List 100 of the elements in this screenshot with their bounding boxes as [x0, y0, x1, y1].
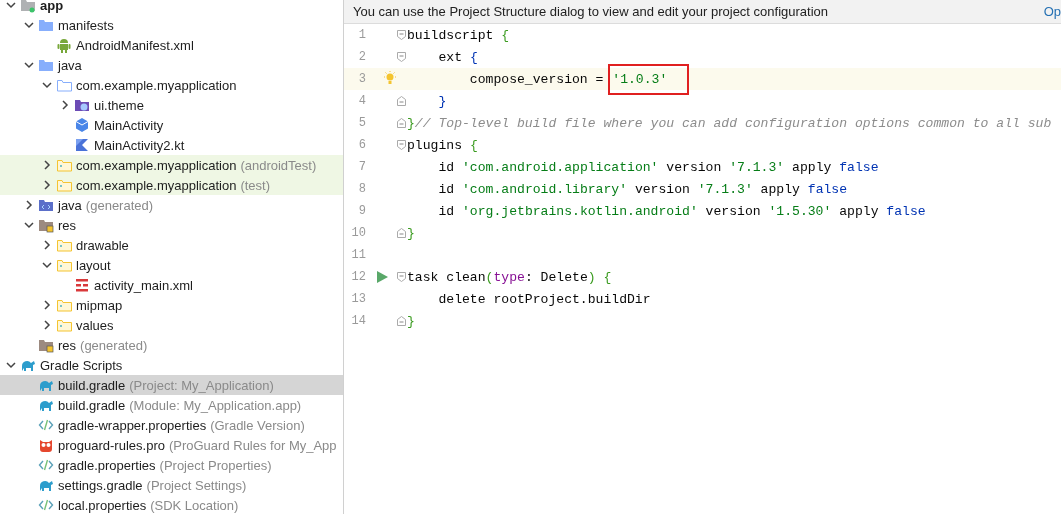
tree-item-label[interactable]: res	[58, 337, 77, 353]
tree-row[interactable]: java (generated)	[0, 195, 343, 215]
line-number: 12	[350, 270, 366, 284]
line-number: 8	[357, 182, 366, 196]
chevron-down-icon[interactable]	[24, 60, 34, 70]
tree-item-label[interactable]: settings.gradle	[58, 477, 143, 493]
tree-row[interactable]: MainActivity2.kt	[0, 135, 343, 155]
tree-item-label[interactable]: ui.theme	[94, 97, 144, 113]
tree-row[interactable]: gradle.properties (Project Properties)	[0, 455, 343, 475]
tree-item-label[interactable]: drawable	[76, 237, 129, 253]
code-text: id 'com.android.application' version '7.1.3' apply false	[437, 159, 879, 175]
line-number: 13	[350, 292, 366, 306]
tree-item-label[interactable]: gradle-wrapper.properties	[58, 417, 207, 433]
chevron-right-icon[interactable]	[42, 300, 52, 310]
tree-item-note: (Gradle Version)	[210, 417, 305, 433]
tree-row[interactable]: com.example.myapplication (test)	[0, 175, 343, 195]
banner-link[interactable]: Op	[1043, 4, 1061, 19]
chevron-right-icon[interactable]	[42, 240, 52, 250]
chevron-right-icon[interactable]	[60, 100, 70, 110]
tree-row[interactable]: values	[0, 315, 343, 335]
tree-row[interactable]: layout	[0, 255, 343, 275]
tree-row[interactable]: com.example.myapplication	[0, 75, 343, 95]
tree-row[interactable]: drawable	[0, 235, 343, 255]
tree-item-label[interactable]: AndroidManifest.xml	[76, 37, 194, 53]
tree-item-label[interactable]: com.example.myapplication	[76, 177, 237, 193]
code-text: compose_version =	[468, 71, 605, 87]
tree-item-label[interactable]: gradle.properties	[58, 457, 156, 473]
tree-item-label[interactable]: java	[58, 197, 82, 213]
tree-item-label[interactable]: Gradle Scripts	[40, 357, 123, 373]
tree-item-note: (Module: My_Application.app)	[129, 397, 302, 413]
tree-item-label[interactable]: activity_main.xml	[94, 277, 193, 293]
tree-row[interactable]: local.properties (SDK Location)	[0, 495, 343, 514]
code-text: ext {	[437, 49, 478, 65]
code-file-icon	[38, 457, 54, 473]
chevron-down-icon[interactable]	[24, 220, 34, 230]
tree-row[interactable]: proguard-rules.pro (ProGuard Rules for My_App	[0, 435, 343, 455]
tree-item-label[interactable]: com.example.myapplication	[76, 77, 237, 93]
tree-item-note: (test)	[240, 177, 271, 193]
tree-row[interactable]: settings.gradle (Project Settings)	[0, 475, 343, 495]
tree-row[interactable]: build.gradle (Project: My_Application)	[0, 375, 343, 395]
chevron-down-icon[interactable]	[6, 0, 16, 10]
source-folder-icon	[56, 237, 72, 253]
chevron-down-icon[interactable]	[24, 20, 34, 30]
palette-folder-icon	[74, 97, 90, 113]
chevron-right-icon[interactable]	[42, 320, 52, 330]
tree-item-label[interactable]: values	[76, 317, 114, 333]
tree-item-note: (SDK Location)	[150, 497, 239, 513]
tree-row[interactable]: java	[0, 55, 343, 75]
tree-item-label[interactable]: build.gradle	[58, 397, 126, 413]
code-text: task clean(type: Delete) {	[407, 269, 612, 285]
tree-item-label[interactable]: res	[58, 217, 77, 233]
tree-item-label[interactable]: java	[58, 57, 82, 73]
source-folder-icon	[56, 157, 72, 173]
tree-item-label[interactable]: com.example.myapplication	[76, 157, 237, 173]
tree-row[interactable]: MainActivity	[0, 115, 343, 135]
tree-row[interactable]: AndroidManifest.xml	[0, 35, 343, 55]
tree-row[interactable]: mipmap	[0, 295, 343, 315]
line-number: 14	[350, 314, 366, 328]
tree-row[interactable]: com.example.myapplication (androidTest)	[0, 155, 343, 175]
tree-row[interactable]: app	[0, 0, 343, 15]
chevron-right-icon[interactable]	[42, 160, 52, 170]
tree-row[interactable]: activity_main.xml	[0, 275, 343, 295]
tree-item-note: (generated)	[80, 337, 148, 353]
chevron-down-icon[interactable]	[6, 360, 16, 370]
tree-item-note: (Project Settings)	[146, 477, 247, 493]
tree-item-label[interactable]: MainActivity	[94, 117, 164, 133]
line-number: 5	[357, 116, 366, 130]
run-icon[interactable]	[374, 270, 389, 284]
chevron-down-icon[interactable]	[42, 80, 52, 90]
tree-row[interactable]: res (generated)	[0, 335, 343, 355]
tree-row[interactable]: manifests	[0, 15, 343, 35]
tree-item-label[interactable]: local.properties	[58, 497, 147, 513]
tree-item-label[interactable]: layout	[76, 257, 111, 273]
tree-item-label[interactable]: proguard-rules.pro	[58, 437, 165, 453]
source-folder-icon	[56, 297, 72, 313]
line-number: 7	[357, 160, 366, 174]
class-icon	[74, 117, 90, 133]
tree-row[interactable]: Gradle Scripts	[0, 355, 343, 375]
tree-row[interactable]: build.gradle (Module: My_Application.app)	[0, 395, 343, 415]
tree-item-label[interactable]: MainActivity2.kt	[94, 137, 185, 153]
kotlin-icon	[74, 137, 90, 153]
tree-item-note: (generated)	[85, 197, 154, 213]
tree-item-label[interactable]: build.gradle	[58, 377, 126, 393]
code-folder-icon	[38, 197, 54, 213]
tree-row[interactable]: res	[0, 215, 343, 235]
chevron-down-icon[interactable]	[42, 260, 52, 270]
line-number: 1	[357, 28, 366, 42]
tree-row[interactable]: ui.theme	[0, 95, 343, 115]
code-text: }	[437, 93, 447, 109]
chevron-right-icon[interactable]	[42, 180, 52, 190]
chevron-right-icon[interactable]	[24, 200, 34, 210]
tree-item-label[interactable]: mipmap	[76, 297, 123, 313]
line-number: 9	[357, 204, 366, 218]
resource-folder-icon	[38, 337, 54, 353]
tree-item-label[interactable]: manifests	[58, 17, 114, 33]
tree-item-label[interactable]: app	[40, 0, 64, 13]
tree-row[interactable]: gradle-wrapper.properties (Gradle Version)	[0, 415, 343, 435]
folder-outline-icon	[56, 77, 72, 93]
code-file-icon	[38, 497, 54, 513]
code-file-icon	[38, 417, 54, 433]
